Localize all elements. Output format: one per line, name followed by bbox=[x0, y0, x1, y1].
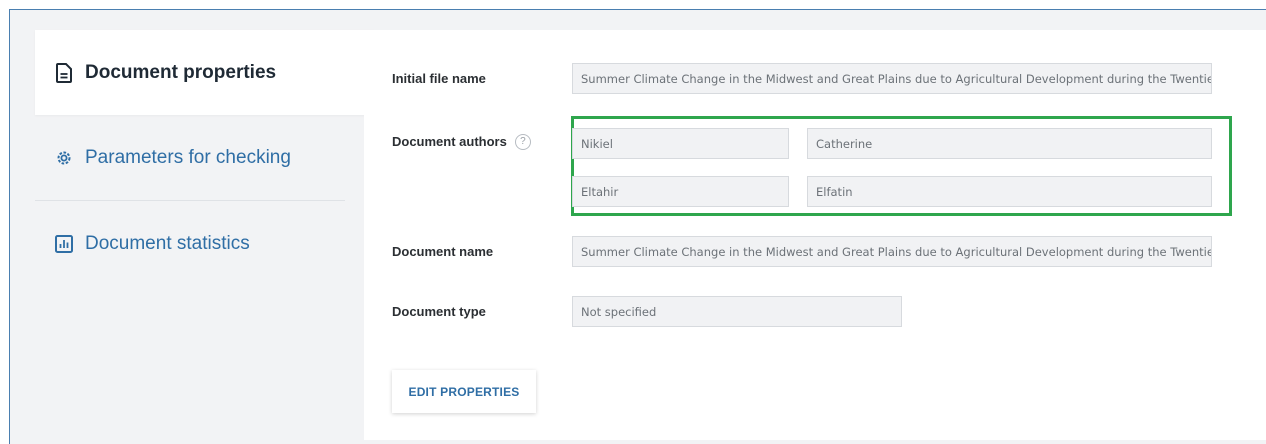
document-type-label: Document type bbox=[392, 304, 486, 319]
document-name-label: Document name bbox=[392, 244, 494, 259]
initial-file-name-field[interactable]: Summer Climate Change in the Midwest and… bbox=[572, 63, 1212, 94]
author-last-name-field[interactable]: Eltahir bbox=[572, 176, 789, 207]
document-name-field[interactable]: Summer Climate Change in the Midwest and… bbox=[572, 236, 1212, 267]
author-first-name-field[interactable]: Catherine bbox=[807, 128, 1212, 159]
sidebar-item-label: Parameters for checking bbox=[85, 146, 291, 168]
sidebar-item-statistics[interactable]: Document statistics bbox=[35, 201, 375, 287]
edit-properties-button[interactable]: EDIT PROPERTIES bbox=[392, 370, 536, 413]
help-icon[interactable]: ? bbox=[514, 133, 531, 150]
sidebar: Document properties Parameters for check… bbox=[35, 30, 375, 444]
initial-file-name-label: Initial file name bbox=[392, 71, 486, 86]
sidebar-item-label: Document properties bbox=[85, 61, 277, 83]
author-first-name-field[interactable]: Elfatin bbox=[807, 176, 1212, 207]
author-last-name-field[interactable]: Nikiel bbox=[572, 128, 789, 159]
document-icon bbox=[53, 62, 75, 84]
document-type-field[interactable]: Not specified bbox=[572, 296, 902, 327]
bar-chart-icon bbox=[53, 233, 75, 255]
sidebar-item-parameters[interactable]: Parameters for checking bbox=[35, 115, 345, 201]
sidebar-item-document-properties[interactable]: Document properties bbox=[35, 30, 375, 115]
document-authors-label: Document authors ? bbox=[392, 126, 531, 157]
app-frame: Document properties Parameters for check… bbox=[9, 9, 1266, 444]
properties-panel: Initial file name Summer Climate Change … bbox=[364, 30, 1266, 440]
gear-icon bbox=[53, 147, 75, 169]
sidebar-item-label: Document statistics bbox=[85, 233, 250, 254]
document-authors-text: Document authors bbox=[392, 134, 507, 149]
